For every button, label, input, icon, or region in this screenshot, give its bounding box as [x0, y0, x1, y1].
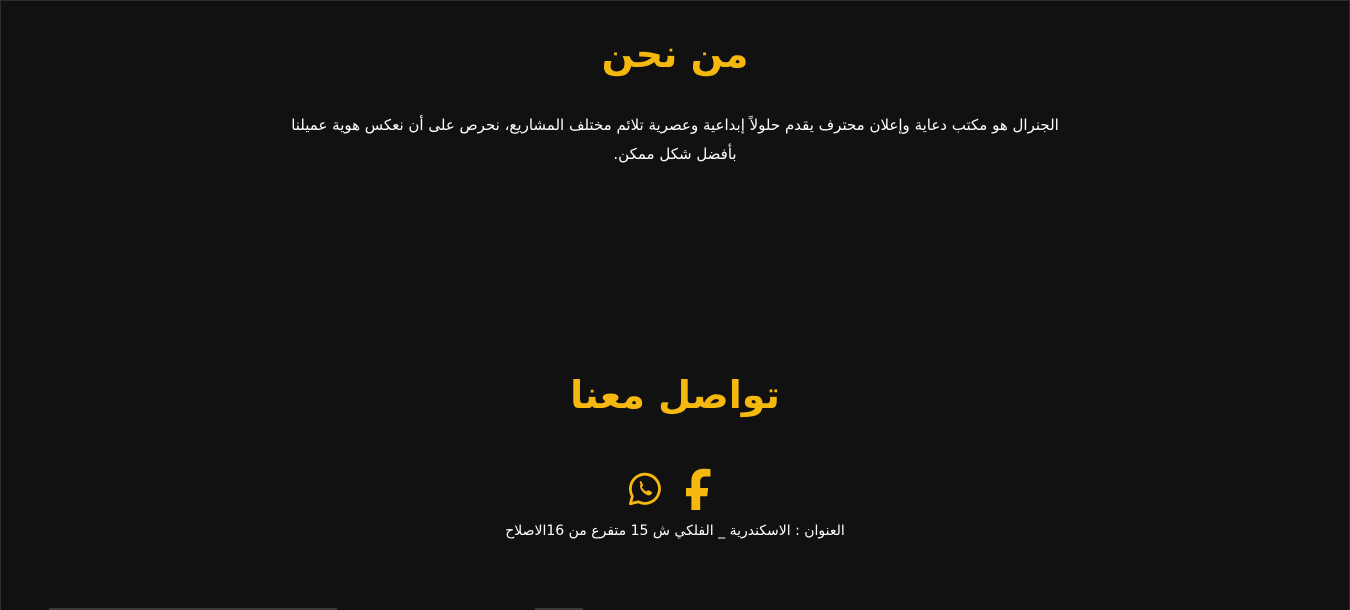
contact-title: تواصل معنا — [570, 373, 780, 417]
whatsapp-icon — [629, 472, 661, 506]
facebook-icon — [686, 468, 711, 510]
facebook-link[interactable] — [682, 468, 720, 510]
about-description: الجنرال هو مكتب دعاية وإعلان محترف يقدم … — [291, 116, 1059, 163]
contact-section: تواصل معنا العنوان : الاسكندرية _ الفلكي… — [1, 371, 1349, 541]
about-title: من نحن — [601, 32, 749, 76]
social-links — [1, 468, 1349, 510]
about-section: من نحن الجنرال هو مكتب دعاية وإعلان محتر… — [1, 1, 1349, 169]
whatsapp-link[interactable] — [626, 469, 664, 509]
contact-address: العنوان : الاسكندرية _ الفلكي ش 15 متفرع… — [505, 523, 845, 539]
